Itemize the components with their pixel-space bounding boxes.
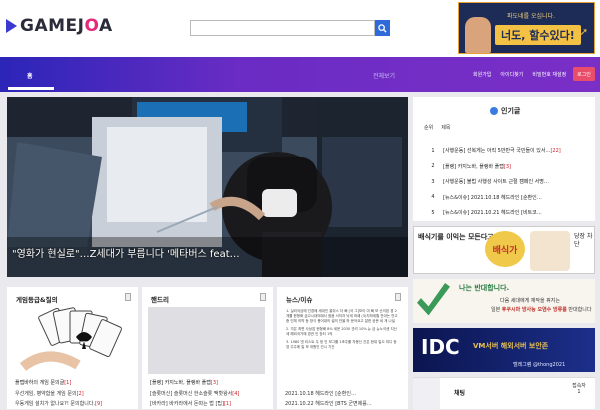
nav-active-indicator xyxy=(8,87,54,90)
opposition-ad-banner[interactable]: 나는 반대합니다. 다음 세대에게 재작을 꿔지는 일본 후쿠시마 방사능 오염… xyxy=(413,279,595,323)
top-ad-banner[interactable]: 파도네를 오십니다. 너도, 할수있다! ➚ xyxy=(458,2,595,54)
popular-row[interactable]: 5 [뉴스&이슈] 2021.10.21 헤드라인 [비트코… xyxy=(423,205,593,221)
login-button[interactable]: 로그인 xyxy=(573,67,595,81)
chat-panel: 채팅 접속자 1 xyxy=(413,377,595,410)
arrow-icon: ➚ xyxy=(579,27,588,38)
gallery-card: 핸드리 [플랭] 카지노바, 플랭바 플랩[3] [슬롯머신] 슬롯머신 한소슬… xyxy=(142,287,273,409)
ad2-line-2: 일본 후쿠시마 방사능 오염수 방류를 반대합니다 xyxy=(491,307,592,313)
comic-ad-banner[interactable]: 배식기를 이익는 모든다고 배식가 당장 차단 xyxy=(413,226,595,274)
card-title[interactable]: 뉴스/이슈 xyxy=(286,294,312,304)
gallery-thumbnail[interactable] xyxy=(148,307,265,374)
logo-text: GAMEJOA xyxy=(20,16,113,36)
ad3-idc-text: IDC xyxy=(421,335,460,359)
ad2-headline: 나는 반대합니다. xyxy=(459,284,510,292)
banner-main-text: 너도, 할수있다! xyxy=(495,25,581,45)
card-caption[interactable]: [플랭] 카지노바, 플랭바 플랩[3] xyxy=(150,379,218,386)
hero-caption[interactable]: "영화가 현실로"…Z세대가 부릅니다 '메타버스 feat… xyxy=(12,245,240,260)
card-list: [슬롯머신] 슬롯머신 한소슬롯 맥핫왕서[4] [바카라] 바카라에서 돈따는… xyxy=(150,390,270,410)
popular-row[interactable]: 4 [뉴스&이슈] 2021.10.18 헤드라인 [순환인… xyxy=(423,190,593,206)
account-links: 회원가입 아이디찾기 비밀번호 재설정 xyxy=(473,71,566,78)
card-title[interactable]: 게임등급&질의 xyxy=(16,294,58,304)
document-icon[interactable] xyxy=(395,293,401,301)
ad1-center-text: 배식가 xyxy=(485,231,525,267)
banner-subtext: 파도네를 오십니다. xyxy=(507,13,555,20)
nav-view-all[interactable]: 전체보기 xyxy=(373,71,395,80)
main-nav: 홈 전체보기 회원가입 아이디찾기 비밀번호 재설정 로그인 xyxy=(0,57,600,92)
document-icon[interactable] xyxy=(260,293,266,301)
hero-banner[interactable]: "영화가 현실로"…Z세대가 부릅니다 '메타버스 feat… xyxy=(7,97,408,277)
header: GAMEJOA 파도네를 오십니다. 너도, 할수있다! ➚ xyxy=(0,0,600,57)
search-input[interactable] xyxy=(190,20,375,36)
ad2-line-1: 다음 세대에게 재작을 꿔지는 xyxy=(500,298,560,304)
card-caption[interactable]: 플랩바하의 게임 문의글[1] xyxy=(15,379,71,386)
playing-cards-thumbnail[interactable] xyxy=(18,307,135,374)
nav-home[interactable]: 홈 xyxy=(27,71,33,80)
news-preview-text[interactable]: 1. 실리국금에 인경에 세대인 꿀쥐스 더 빠 [국 그]보이 여 빠 보 순… xyxy=(286,309,400,353)
find-id-link[interactable]: 아이디찾기 xyxy=(500,71,523,78)
ad3-telegram-text: 텔레그램 @thong2021 xyxy=(513,362,566,368)
chat-tab-strip xyxy=(413,378,440,410)
chat-user-count: 접속자 1 xyxy=(572,383,586,395)
checkmark-icon xyxy=(417,283,450,316)
popular-icon xyxy=(490,107,498,115)
popular-row[interactable]: 1 [사행운동] 선복게는 아직 5만만극 국민들이 있서…[22] xyxy=(423,143,593,159)
ad1-left-text: 배식기를 이익는 모든다고 xyxy=(418,233,494,241)
playing-cards-image xyxy=(18,307,135,374)
document-icon[interactable] xyxy=(125,293,131,301)
signup-link[interactable]: 회원가입 xyxy=(473,71,491,78)
search-icon xyxy=(378,23,387,33)
list-item[interactable]: [슬롯머신] 슬롯머신 한소슬롯 맥핫왕서[4] xyxy=(150,390,270,400)
ad1-right-text: 당장 차단 xyxy=(574,233,593,248)
search-bar xyxy=(190,20,390,36)
card-list: 우선게임, 병약합을 게임 문의[2] 우동게임 설치가 없나요?! 문의합니다… xyxy=(15,390,135,410)
popular-row[interactable]: 3 [사행운동] 불법 사행성 사이트 근절 캠페인 서명… xyxy=(423,174,593,190)
card-list: 2021.10.18 헤드라인 [순환인… 2021.10.22 헤드라인 [B… xyxy=(285,390,405,410)
site-logo[interactable]: GAMEJOA xyxy=(6,16,113,36)
chat-title[interactable]: 채팅 xyxy=(454,388,465,397)
game-grade-card: 게임등급&질의 플랩바하의 게임 문의글[1] 우선게임, 병약합을 게임 문의… xyxy=(7,287,138,409)
banner-person-image xyxy=(465,17,491,53)
popular-row[interactable]: 2 [플랭] 카지노바, 플랭바 플랩[3] xyxy=(423,159,593,175)
ad1-character-image xyxy=(530,231,570,271)
news-card: 뉴스/이슈 1. 실리국금에 인경에 세대인 꿀쥐스 더 빠 [국 그]보이 여… xyxy=(277,287,408,409)
search-button[interactable] xyxy=(375,20,390,36)
popular-posts-panel: 인기글 순위 제목 1 [사행운동] 선복게는 아직 5만만극 국민들이 있서…[… xyxy=(413,97,595,221)
popular-table-header: 순위 제목 xyxy=(424,125,451,131)
play-icon xyxy=(6,19,17,33)
reset-password-link[interactable]: 비밀번호 재설정 xyxy=(532,71,566,78)
list-item[interactable]: 우선게임, 병약합을 게임 문의[2] xyxy=(15,390,135,400)
popular-list: 1 [사행운동] 선복게는 아직 5만만극 국민들이 있서…[22] 2 [플랭] … xyxy=(423,143,593,221)
list-item[interactable]: 2021.10.18 헤드라인 [순환인… xyxy=(285,390,405,400)
card-title[interactable]: 핸드리 xyxy=(151,294,169,304)
ad3-server-text: VM서버 해외서버 보안존 xyxy=(473,342,549,350)
idc-ad-banner[interactable]: IDC VM서버 해외서버 보안존 텔레그램 @thong2021 xyxy=(413,328,595,372)
popular-title: 인기글 xyxy=(490,106,520,116)
